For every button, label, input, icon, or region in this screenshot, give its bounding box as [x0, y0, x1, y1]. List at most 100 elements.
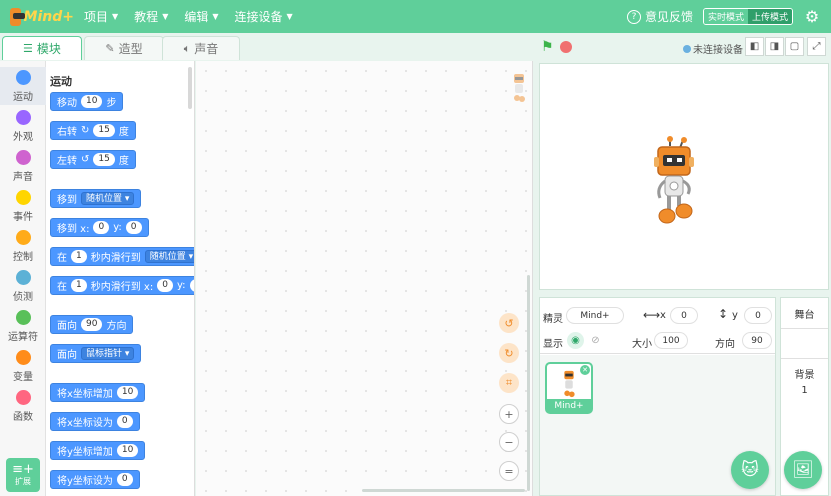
feedback-label: 意见反馈	[644, 10, 693, 24]
mode-live-option[interactable]: 实时模式	[703, 9, 748, 24]
block-number-input[interactable]: 0	[189, 279, 194, 292]
block-text: 左转	[57, 156, 77, 167]
workspace-horizontal-scrollbar[interactable]	[362, 489, 525, 492]
tab-blocks[interactable]: ☰ 模块	[2, 36, 82, 60]
gear-icon[interactable]: ⚙	[803, 7, 821, 26]
fullscreen-icon[interactable]: ⤢	[807, 37, 826, 56]
block-number-input[interactable]: 0	[93, 221, 110, 234]
tab-sounds[interactable]: 🔈︎ 声音	[162, 36, 240, 60]
small-stage-icon[interactable]: ◧	[745, 37, 764, 56]
stage[interactable]	[539, 63, 829, 290]
category-events[interactable]: 事件	[0, 187, 46, 225]
block-number-input[interactable]: 90	[81, 318, 103, 331]
workspace-vertical-scrollbar[interactable]	[527, 275, 530, 491]
add-sprite-cat-icon[interactable]: 🐱︎	[731, 451, 769, 489]
stage-divider	[781, 328, 828, 329]
category-sound[interactable]: 声音	[0, 147, 46, 185]
sprite-info: 精灵 Mind+ ⟷ x 0 ↕ y 0 显示 ◉ ⊘ 大小 100 方向 90	[540, 298, 775, 354]
mode-upload-option[interactable]: 上传模式	[747, 9, 792, 24]
block-number-input[interactable]: 10	[116, 386, 139, 399]
block-dropdown[interactable]: 随机位置 ▾	[144, 250, 194, 263]
category-variables-label: 变量	[13, 372, 33, 383]
block-number-input[interactable]: 15	[93, 153, 115, 166]
sprite-name-input[interactable]: Mind+	[566, 307, 624, 324]
crop-icon[interactable]: ⌗	[499, 373, 519, 393]
direction-input[interactable]: 90	[742, 332, 772, 349]
block-number-input[interactable]: 0	[157, 279, 173, 292]
category-operators-label: 运算符	[8, 332, 38, 343]
feedback-button[interactable]: ? 意见反馈	[626, 8, 693, 25]
block-change-y[interactable]: 将y坐标增加 10	[50, 441, 146, 460]
block-number-input[interactable]: 1	[71, 250, 87, 263]
block-number-input[interactable]: 1	[71, 279, 87, 292]
y-input[interactable]: 0	[744, 307, 772, 324]
block-point-direction[interactable]: 面向 90 方向	[50, 315, 134, 334]
block-text: 在	[57, 282, 67, 293]
block-number-input[interactable]: 10	[81, 95, 103, 108]
category-looks[interactable]: 外观	[0, 107, 46, 145]
normal-stage-icon[interactable]: ◨	[765, 37, 784, 56]
block-text: 面向	[57, 350, 77, 361]
block-turn-left[interactable]: 左转 ↺ 15 度	[50, 150, 136, 169]
block-move-steps[interactable]: 移动 10 步	[50, 92, 124, 111]
block-text: 将y坐标设为	[57, 476, 113, 487]
category-control-label: 控制	[13, 252, 33, 263]
block-dropdown[interactable]: 随机位置 ▾	[81, 192, 135, 205]
category-functions[interactable]: 函数	[0, 387, 46, 425]
block-number-input[interactable]: 10	[116, 444, 139, 457]
block-set-x[interactable]: 将x坐标设为 0	[50, 412, 140, 431]
app-logo[interactable]: Mind+	[10, 7, 74, 26]
undo-icon[interactable]: ↺	[499, 313, 519, 333]
show-hidden-icon[interactable]: ⊘	[587, 332, 604, 349]
stop-icon[interactable]	[560, 41, 572, 53]
block-dropdown[interactable]: 鼠标指针 ▾	[81, 347, 135, 360]
caret-down-icon: ▼	[286, 12, 293, 21]
caret-down-icon: ▼	[212, 12, 219, 21]
delete-sprite-icon[interactable]: ✕	[580, 365, 590, 375]
block-set-y[interactable]: 将y坐标设为 0	[50, 470, 140, 489]
menu-project[interactable]: 项目 ▼	[84, 8, 118, 25]
tab-costumes[interactable]: ✎ 造型	[84, 36, 164, 60]
block-text: 在	[57, 253, 67, 264]
size-input[interactable]: 100	[654, 332, 688, 349]
block-glide-to-xy[interactable]: 在 1 秒内滑行到 x: 0 y: 0	[50, 276, 194, 295]
category-variables[interactable]: 变量	[0, 347, 46, 385]
add-backdrop-icon[interactable]: 🖼︎	[784, 451, 822, 489]
menu-tutorial[interactable]: 教程 ▼	[134, 8, 168, 25]
code-workspace[interactable]	[196, 61, 533, 496]
block-go-to[interactable]: 移到 随机位置 ▾	[50, 189, 142, 208]
x-label: x	[660, 310, 666, 321]
palette-scrollbar[interactable]	[188, 67, 192, 109]
category-motion[interactable]: 运动	[0, 67, 46, 105]
block-number-input[interactable]: 0	[116, 473, 133, 486]
block-change-x[interactable]: 将x坐标增加 10	[50, 383, 146, 402]
category-control[interactable]: 控制	[0, 227, 46, 265]
mind-plus-robot-sprite[interactable]	[650, 136, 700, 228]
block-number-input[interactable]: 0	[125, 221, 142, 234]
block-text: 方向	[106, 321, 127, 332]
menu-connect-device[interactable]: 连接设备 ▼	[235, 8, 293, 25]
redo-icon[interactable]: ↻	[499, 343, 519, 363]
category-operators[interactable]: 运算符	[0, 307, 46, 345]
x-input[interactable]: 0	[670, 307, 698, 324]
show-visible-icon[interactable]: ◉	[567, 332, 584, 349]
sprite-card[interactable]: ✕ Mind+	[545, 362, 593, 414]
block-glide-to[interactable]: 在 1 秒内滑行到 随机位置 ▾	[50, 247, 194, 266]
block-number-input[interactable]: 0	[116, 415, 133, 428]
green-flag-icon[interactable]: ⚑	[541, 40, 555, 54]
zoom-out-icon[interactable]: −	[499, 432, 519, 452]
block-dropdown-label: 随机位置	[149, 252, 186, 262]
block-point-towards[interactable]: 面向 鼠标指针 ▾	[50, 344, 142, 363]
block-turn-right[interactable]: 右转 ↻ 15 度	[50, 121, 136, 140]
zoom-in-icon[interactable]: +	[499, 404, 519, 424]
extension-button[interactable]: ≡+ 扩展	[6, 458, 40, 492]
block-number-input[interactable]: 15	[93, 124, 115, 137]
question-icon: ?	[626, 9, 641, 24]
mode-toggle[interactable]: 实时模式 上传模式	[702, 8, 793, 25]
zoom-reset-icon[interactable]: =	[499, 461, 519, 481]
palette-section-title: 运动	[50, 75, 72, 88]
block-go-to-xy[interactable]: 移到 x: 0 y: 0	[50, 218, 149, 237]
category-sensing[interactable]: 侦测	[0, 267, 46, 305]
menu-edit[interactable]: 编辑 ▼	[184, 8, 218, 25]
large-stage-icon[interactable]: ▢	[785, 37, 804, 56]
